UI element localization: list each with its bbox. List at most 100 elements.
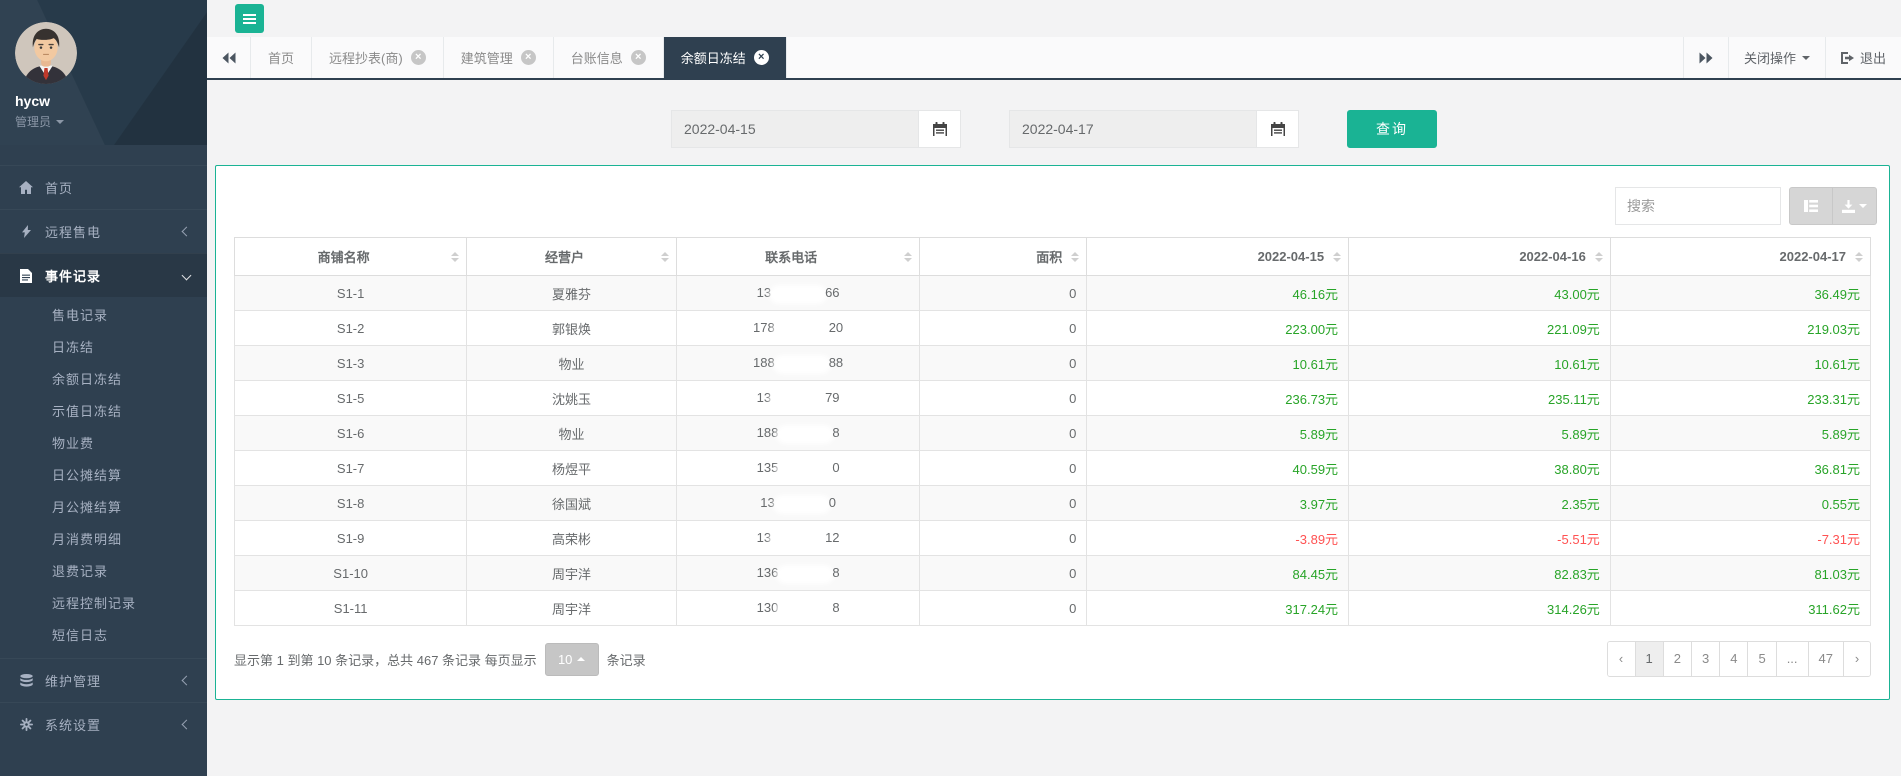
sidebar-subitem-月公摊结算[interactable]: 月公摊结算 — [0, 492, 207, 524]
cell-balance-2022-04-16: 43.00元 — [1349, 276, 1611, 311]
date-to-calendar-button[interactable] — [1256, 111, 1298, 147]
table-row-S1-5: S1-5沈姚玉13790236.73元235.11元233.31元 — [235, 381, 1871, 416]
sidebar-item-维护管理[interactable]: 维护管理 — [0, 658, 207, 702]
phone-redaction — [772, 288, 824, 301]
submenu: 售电记录日冻结余额日冻结示值日冻结物业费日公摊结算月公摊结算月消费明细退费记录远… — [0, 297, 207, 658]
cell-balance-2022-04-15: 236.73元 — [1087, 381, 1349, 416]
cell-balance-2022-04-16: 38.80元 — [1349, 451, 1611, 486]
chevron-left-icon — [182, 720, 192, 730]
cell-operator: 杨煜平 — [467, 451, 676, 486]
avatar — [15, 22, 77, 84]
cell-balance-2022-04-15: 46.16元 — [1087, 276, 1349, 311]
page-button-1[interactable]: 1 — [1635, 642, 1663, 676]
logout-button[interactable]: 退出 — [1825, 37, 1901, 78]
top-strip — [207, 0, 1901, 37]
cell-operator: 物业 — [467, 346, 676, 381]
search-input[interactable] — [1615, 187, 1781, 225]
cell-shop-name: S1-2 — [235, 311, 467, 346]
tab-label: 建筑管理 — [461, 48, 513, 67]
table-footer: 显示第 1 到第 10 条记录，总共 467 条记录 每页显示 10 条记录 ‹… — [216, 626, 1889, 677]
columns-icon — [1804, 200, 1818, 212]
table-row-S1-8: S1-8徐国斌13003.97元2.35元0.55元 — [235, 486, 1871, 521]
column-label: 联系电话 — [765, 250, 817, 265]
tab-bar: 首页远程抄表(商)×建筑管理×台账信息×余额日冻结× 关闭操作 退出 — [207, 37, 1901, 80]
page-size-select[interactable]: 10 — [545, 643, 599, 676]
tab-余额日冻结[interactable]: 余额日冻结× — [664, 37, 787, 78]
prev-page-button[interactable]: ‹ — [1608, 642, 1635, 676]
query-button[interactable]: 查询 — [1347, 110, 1437, 148]
tab-建筑管理[interactable]: 建筑管理 × — [444, 37, 554, 78]
next-page-button[interactable]: › — [1843, 642, 1870, 676]
column-header-商铺名称[interactable]: 商铺名称 — [235, 238, 467, 276]
cell-shop-name: S1-7 — [235, 451, 467, 486]
close-operations-button[interactable]: 关闭操作 — [1728, 37, 1825, 78]
user-role-label: 管理员 — [15, 113, 51, 130]
sidebar-nav: 首页远程售电事件记录售电记录日冻结余额日冻结示值日冻结物业费日公摊结算月公摊结算… — [0, 165, 207, 746]
sidebar-subitem-月消费明细[interactable]: 月消费明细 — [0, 524, 207, 556]
page-button-4[interactable]: 4 — [1719, 642, 1747, 676]
date-from-input[interactable] — [672, 111, 918, 147]
tab-首页[interactable]: 首页 — [251, 37, 312, 78]
toggle-columns-button[interactable] — [1789, 187, 1833, 225]
sidebar-item-远程售电[interactable]: 远程售电 — [0, 209, 207, 253]
sidebar-subitem-日冻结[interactable]: 日冻结 — [0, 332, 207, 364]
phone-redaction — [779, 603, 831, 616]
sort-arrows-icon — [1333, 252, 1341, 262]
tab-台账信息[interactable]: 台账信息 × — [554, 37, 664, 78]
close-tab-icon[interactable]: × — [411, 50, 426, 65]
date-to-group — [1009, 110, 1299, 148]
tab-label: 首页 — [268, 48, 294, 67]
sidebar-subitem-退费记录[interactable]: 退费记录 — [0, 556, 207, 588]
page-button-47[interactable]: 47 — [1808, 642, 1843, 676]
column-header-2022-04-16[interactable]: 2022-04-16 — [1349, 238, 1611, 276]
cell-area: 0 — [920, 521, 1087, 556]
table-row-S1-10: S1-10周宇洋1368084.45元82.83元81.03元 — [235, 556, 1871, 591]
page-button-5[interactable]: 5 — [1747, 642, 1775, 676]
close-tab-icon[interactable]: × — [521, 50, 536, 65]
sidebar-item-系统设置[interactable]: 系统设置 — [0, 702, 207, 746]
scroll-tabs-left-button[interactable] — [207, 37, 251, 78]
phone-redaction — [772, 533, 824, 546]
tab-远程抄表(商)[interactable]: 远程抄表(商)× — [312, 37, 444, 78]
column-label: 经营户 — [545, 250, 584, 265]
scroll-tabs-right-button[interactable] — [1683, 37, 1728, 78]
user-role-dropdown[interactable]: 管理员 — [15, 113, 207, 130]
column-header-联系电话[interactable]: 联系电话 — [676, 238, 920, 276]
sidebar-item-首页[interactable]: 首页 — [0, 165, 207, 209]
menu-toggle-button[interactable] — [235, 4, 264, 33]
date-from-calendar-button[interactable] — [918, 111, 960, 147]
sidebar-subitem-远程控制记录[interactable]: 远程控制记录 — [0, 588, 207, 620]
close-tab-icon[interactable]: × — [631, 50, 646, 65]
page-button-3[interactable]: 3 — [1691, 642, 1719, 676]
cell-phone: 17820 — [676, 311, 920, 346]
cell-balance-2022-04-17: 36.81元 — [1610, 451, 1870, 486]
records-table: 商铺名称 经营户 联系电话 面积2022-04-152022-04-162022-04… — [234, 237, 1871, 626]
sidebar-subitem-短信日志[interactable]: 短信日志 — [0, 620, 207, 652]
column-header-经营户[interactable]: 经营户 — [467, 238, 676, 276]
sidebar-subitem-余额日冻结[interactable]: 余额日冻结 — [0, 364, 207, 396]
sidebar-subitem-日公摊结算[interactable]: 日公摊结算 — [0, 460, 207, 492]
column-header-2022-04-17[interactable]: 2022-04-17 — [1610, 238, 1870, 276]
column-header-面积[interactable]: 面积 — [920, 238, 1087, 276]
chevron-down-icon — [1859, 204, 1867, 208]
sidebar-item-label: 系统设置 — [45, 715, 173, 734]
date-to-input[interactable] — [1010, 111, 1256, 147]
cell-area: 0 — [920, 381, 1087, 416]
chevron-down-icon — [56, 120, 64, 124]
sidebar-item-事件记录[interactable]: 事件记录 — [0, 253, 207, 297]
cell-phone: 1368 — [676, 556, 920, 591]
table-tools — [1789, 187, 1877, 225]
cell-balance-2022-04-17: -7.31元 — [1610, 521, 1870, 556]
page-button-2[interactable]: 2 — [1663, 642, 1691, 676]
tab-label: 台账信息 — [571, 48, 623, 67]
export-button[interactable] — [1833, 187, 1877, 225]
sidebar-subitem-售电记录[interactable]: 售电记录 — [0, 300, 207, 332]
column-header-2022-04-15[interactable]: 2022-04-15 — [1087, 238, 1349, 276]
sidebar-subitem-物业费[interactable]: 物业费 — [0, 428, 207, 460]
user-name: hycw — [15, 93, 207, 109]
hamburger-icon — [243, 18, 256, 20]
phone-redaction — [776, 498, 828, 511]
sidebar-subitem-示值日冻结[interactable]: 示值日冻结 — [0, 396, 207, 428]
bolt-icon — [17, 225, 35, 238]
close-tab-icon[interactable]: × — [754, 50, 769, 65]
